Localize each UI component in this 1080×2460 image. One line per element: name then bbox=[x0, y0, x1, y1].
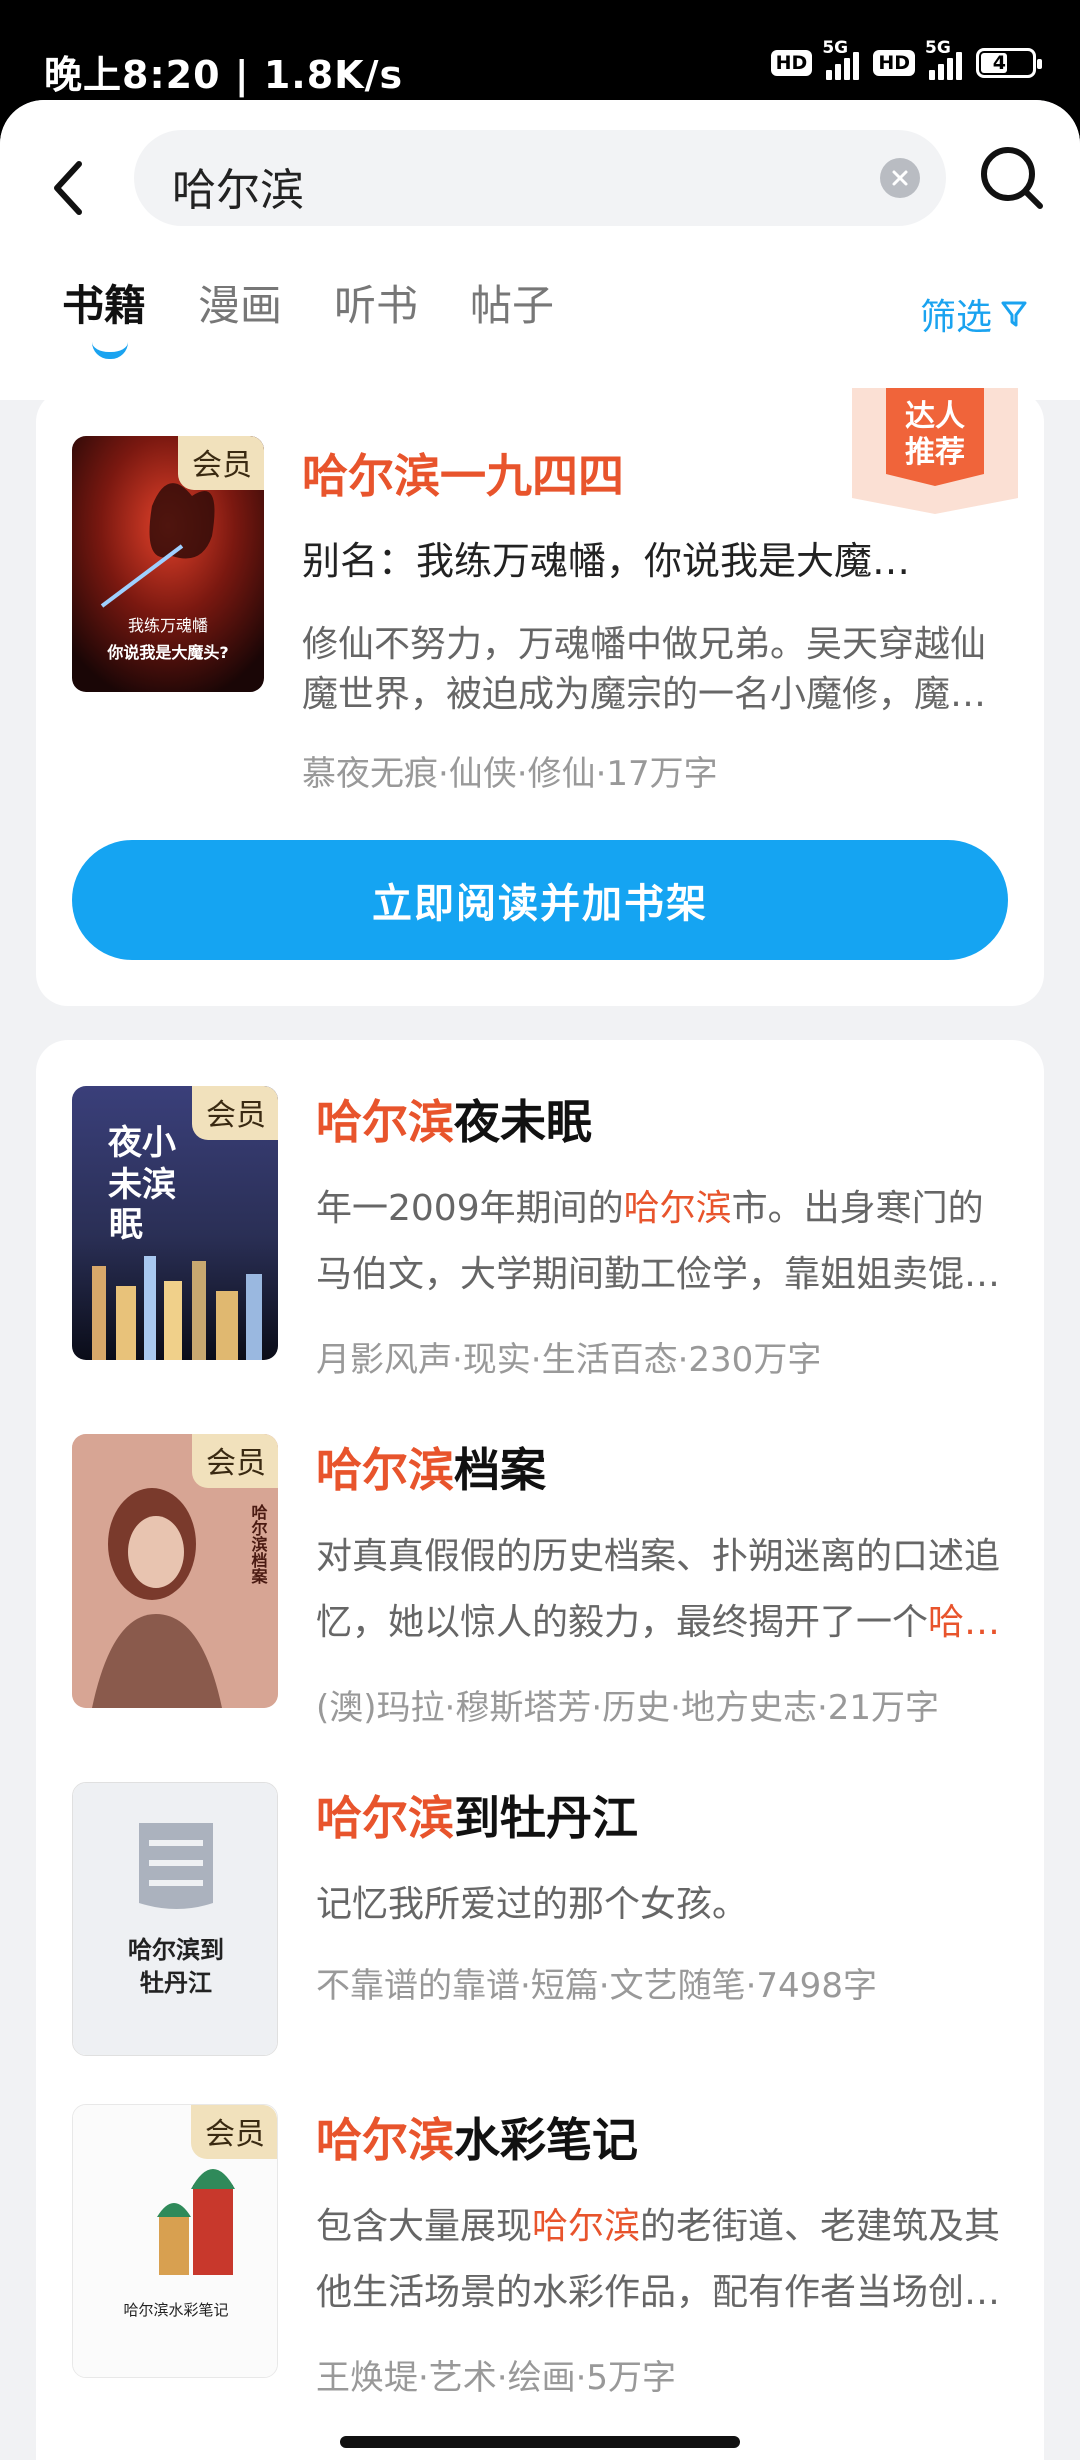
results-list: 夜小 未滨 眠 会员 哈尔滨夜未眠 年一2009年期间的哈尔滨市。出身寒门的 马… bbox=[36, 1040, 1044, 2460]
list-item[interactable]: 夜小 未滨 眠 会员 哈尔滨夜未眠 年一2009年期间的哈尔滨市。出身寒门的 马… bbox=[36, 1086, 1044, 1386]
book-title[interactable]: 哈尔滨一九四四 bbox=[302, 440, 624, 506]
book-alias: 别名：我练万魂幡，你说我是大魔… bbox=[302, 539, 911, 583]
back-button[interactable] bbox=[40, 148, 96, 228]
svg-text:哈尔滨档案: 哈尔滨档案 bbox=[249, 1503, 269, 1585]
list-item[interactable]: 哈尔滨档案 会员 哈尔滨档案 对真真假假的历史档案、扑朔迷离的口述追 忆，她以惊… bbox=[36, 1434, 1044, 1734]
book-meta: 王焕堤·艺术·绘画·5万字 bbox=[316, 2358, 677, 2398]
book-meta: (澳)玛拉·穆斯塔芳·历史·地方史志·21万字 bbox=[316, 1688, 940, 1728]
battery-level: 49 bbox=[992, 52, 1020, 74]
home-indicator[interactable] bbox=[340, 2436, 740, 2448]
svg-text:未滨: 未滨 bbox=[108, 1165, 176, 1205]
filter-button[interactable]: 筛选 bbox=[920, 288, 1028, 340]
book-title[interactable]: 哈尔滨夜未眠 bbox=[316, 1086, 592, 1152]
status-bar: 晚上8:20 | 1.8K/s HD 5G HD 5G 49 bbox=[0, 0, 1080, 110]
member-badge: 会员 bbox=[192, 1086, 278, 1140]
tab-audiobooks[interactable]: 听书 bbox=[334, 272, 418, 333]
svg-text:夜小: 夜小 bbox=[107, 1123, 176, 1163]
book-description: 包含大量展现哈尔滨的老街道、老建筑及其 他生活场景的水彩作品，配有作者当场创… bbox=[316, 2206, 1001, 2313]
clear-button[interactable] bbox=[880, 158, 920, 198]
member-badge: 会员 bbox=[191, 2105, 277, 2159]
book-title[interactable]: 哈尔滨到牡丹江 bbox=[316, 1782, 638, 1848]
book-description: 记忆我所爱过的那个女孩。 bbox=[316, 1884, 749, 1925]
list-item[interactable]: 哈尔滨水彩笔记 会员 哈尔滨水彩笔记 包含大量展现哈尔滨的老街道、老建筑及其 他… bbox=[36, 2104, 1044, 2404]
book-meta: 月影风声·现实·生活百态·230万字 bbox=[316, 1340, 822, 1380]
badge-line-2: 推荐 bbox=[905, 435, 965, 470]
book-cover[interactable]: 哈尔滨水彩笔记 会员 bbox=[72, 2104, 278, 2378]
book-cover[interactable]: 哈尔滨档案 会员 bbox=[72, 1434, 278, 1708]
chevron-left-icon bbox=[54, 161, 82, 215]
tab-books[interactable]: 书籍 bbox=[62, 272, 146, 359]
read-and-add-button[interactable]: 立即阅读并加书架 bbox=[72, 840, 1008, 960]
filter-label: 筛选 bbox=[919, 297, 992, 338]
svg-text:你说我是大魔头?: 你说我是大魔头? bbox=[106, 643, 228, 662]
search-query[interactable]: 哈尔滨 bbox=[172, 154, 304, 218]
svg-text:我练万魂幡: 我练万魂幡 bbox=[128, 616, 208, 635]
svg-text:牡丹江: 牡丹江 bbox=[140, 1968, 212, 1997]
search-input[interactable]: 哈尔滨 bbox=[134, 130, 946, 226]
tab-posts[interactable]: 帖子 bbox=[470, 272, 554, 333]
tab-bar: 书籍 漫画 听书 帖子 bbox=[62, 272, 554, 359]
search-button[interactable] bbox=[976, 142, 1048, 214]
book-description: 修仙不努力，万魂幡中做兄弟。吴天穿越仙 魔世界，被迫成为魔宗的一名小魔修，魔… bbox=[302, 624, 987, 715]
funnel-icon bbox=[1001, 301, 1027, 327]
featured-book-card[interactable]: 达人 推荐 我练万魂幡 你说我是大魔头? 会员 哈尔滨一九四四 别名：我练万魂幡… bbox=[36, 388, 1044, 1006]
svg-text:哈尔滨水彩笔记: 哈尔滨水彩笔记 bbox=[123, 2301, 228, 2319]
svg-text:眠: 眠 bbox=[109, 1205, 143, 1245]
list-item[interactable]: 哈尔滨到 牡丹江 哈尔滨到牡丹江 记忆我所爱过的那个女孩。 不靠谱的靠谱·短篇·… bbox=[36, 1782, 1044, 2082]
status-icons: HD 5G HD 5G 49 bbox=[770, 38, 1042, 80]
search-icon bbox=[981, 147, 1043, 209]
book-description: 对真真假假的历史档案、扑朔迷离的口述追 忆，她以惊人的毅力，最终揭开了一个哈… bbox=[316, 1536, 1001, 1643]
badge-line-1: 达人 bbox=[905, 399, 965, 434]
search-page: 哈尔滨 书籍 漫画 听书 帖子 筛选 达人 推荐 我练万魂幡 你说我是大魔头? … bbox=[0, 100, 1080, 2460]
book-title[interactable]: 哈尔滨档案 bbox=[316, 1434, 546, 1500]
svg-text:哈尔滨到: 哈尔滨到 bbox=[128, 1935, 224, 1964]
book-description: 年一2009年期间的哈尔滨市。出身寒门的 马伯文，大学期间勤工俭学，靠姐姐卖馄… bbox=[316, 1188, 1001, 1295]
close-icon bbox=[892, 170, 908, 186]
member-badge: 会员 bbox=[178, 436, 264, 490]
member-badge: 会员 bbox=[192, 1434, 278, 1488]
status-time: 晚上8:20 | 1.8K/s bbox=[44, 53, 404, 97]
book-meta: 慕夜无痕·仙侠·修仙·17万字 bbox=[302, 754, 718, 794]
battery-icon: 49 bbox=[976, 48, 1042, 78]
signal-icon: 5G bbox=[925, 38, 962, 80]
hd-icon: HD bbox=[770, 50, 813, 76]
book-cover[interactable]: 我练万魂幡 你说我是大魔头? 会员 bbox=[72, 436, 264, 692]
book-meta: 不靠谱的靠谱·短篇·文艺随笔·7498字 bbox=[316, 1966, 877, 2006]
search-header: 哈尔滨 书籍 漫画 听书 帖子 筛选 bbox=[0, 100, 1080, 400]
recommend-badge: 达人 推荐 bbox=[852, 388, 1018, 514]
signal-icon: 5G bbox=[822, 38, 860, 80]
tab-comics[interactable]: 漫画 bbox=[198, 272, 282, 333]
hd-icon: HD bbox=[873, 50, 915, 76]
book-title[interactable]: 哈尔滨水彩笔记 bbox=[316, 2104, 638, 2170]
book-cover[interactable]: 夜小 未滨 眠 会员 bbox=[72, 1086, 278, 1360]
book-cover[interactable]: 哈尔滨到 牡丹江 bbox=[72, 1782, 278, 2056]
